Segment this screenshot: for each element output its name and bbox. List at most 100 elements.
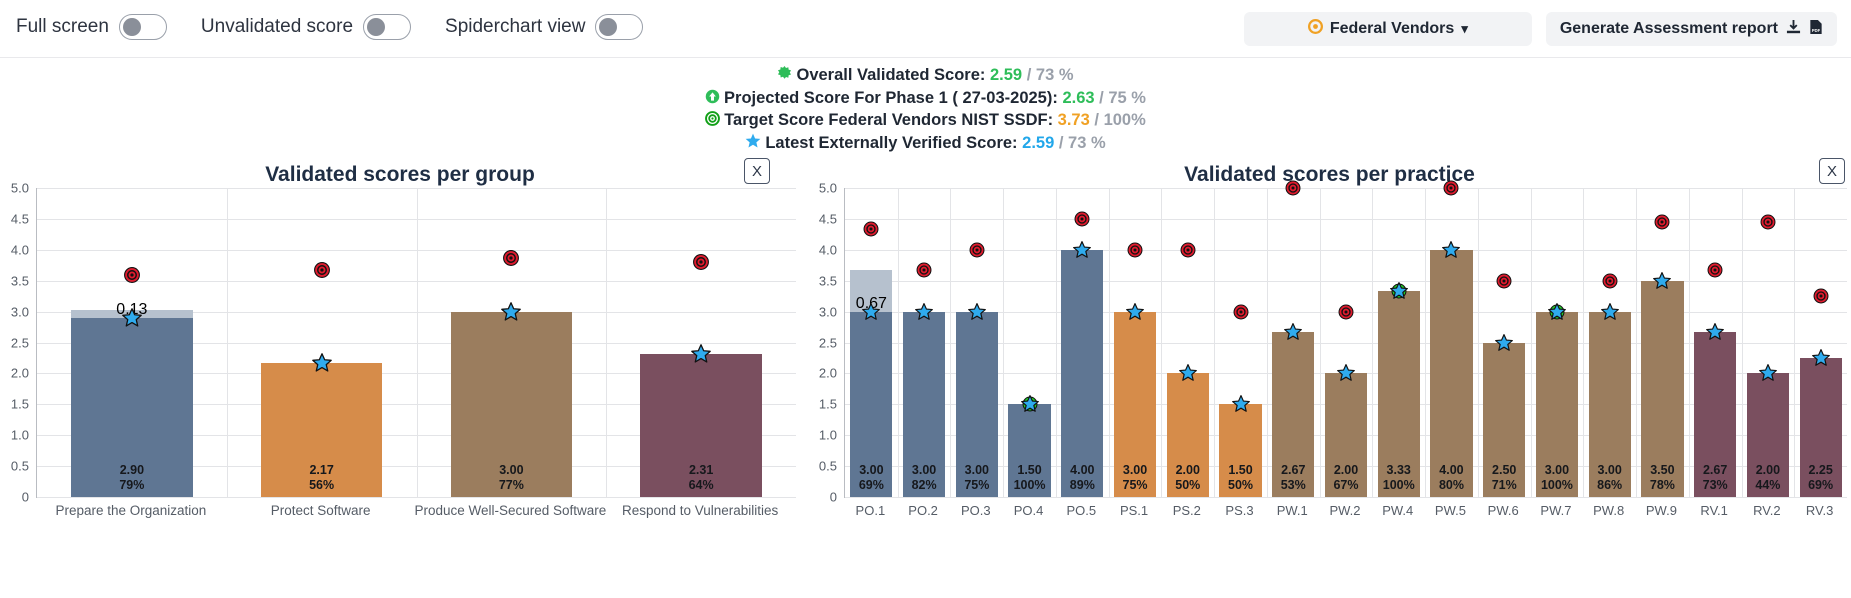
green-burst-icon <box>777 66 792 85</box>
target-score-icon <box>1233 304 1249 320</box>
bar-Prepare the Organization[interactable]: 2.90 79% <box>71 317 193 497</box>
toggle-unvalidated-score[interactable] <box>363 14 412 40</box>
plot-canvas-practice: 3.00 69% 3.00 82% 3.00 75% 1.50 100% 4.00 89% 3.00… <box>844 180 1847 498</box>
y-tick-label: 4.5 <box>818 211 837 227</box>
bar-score-text: 2.31 <box>688 463 714 477</box>
bar-Protect Software[interactable]: 2.17 56% <box>260 362 383 497</box>
bar-percent-text: 75% <box>1122 478 1148 492</box>
y-tick-label: 5.0 <box>818 180 837 196</box>
bar-PO.1[interactable]: 3.00 69% <box>850 311 893 497</box>
y-tick-label: 2.0 <box>10 365 29 381</box>
bar-score-text: 2.25 <box>1808 463 1833 477</box>
x-tick-label: PO.1 <box>855 503 886 518</box>
view-toggles: Full screen Unvalidated score Spiderchart … <box>16 14 644 40</box>
bar-value-label: 3.33 100% <box>1383 463 1415 493</box>
bar-PW.4[interactable]: 3.33 100% <box>1377 291 1420 497</box>
bar-PS.3[interactable]: 1.50 50% <box>1219 404 1262 497</box>
grid-line-vertical <box>1477 188 1479 497</box>
verified-score-star-icon <box>1653 271 1672 290</box>
bar-PW.1[interactable]: 2.67 53% <box>1272 332 1315 497</box>
grid-line-vertical <box>1372 188 1374 497</box>
verified-score-star-icon <box>1284 323 1303 342</box>
x-tick-label: PS.2 <box>1172 503 1201 518</box>
toggle-spiderchart-view[interactable] <box>595 14 644 40</box>
summary-line-1: Projected Score For Phase 1 ( 27-03-2025… <box>0 88 1851 111</box>
bar-value-label: 2.50 71% <box>1492 463 1517 493</box>
bar-RV.1[interactable]: 2.67 73% <box>1694 332 1737 497</box>
summary-percent-2: 100% <box>1103 111 1146 129</box>
x-tick-label: PW.7 <box>1540 503 1572 518</box>
toggle-label-full-screen: Full screen <box>16 16 109 37</box>
verified-score-star-icon <box>1126 302 1145 321</box>
bar-value-label: 2.67 73% <box>1703 463 1728 493</box>
x-tick-label: Respond to Vulnerabilities <box>621 503 779 518</box>
bar-value-label: 3.00 86% <box>1597 463 1622 493</box>
verified-score-star-icon <box>501 301 522 322</box>
bar-score-text: 3.00 <box>964 463 989 477</box>
verified-score-star-icon <box>1073 240 1092 259</box>
toggle-knob-icon <box>367 18 386 36</box>
bar-PO.5[interactable]: 4.00 89% <box>1061 249 1104 497</box>
target-score-icon <box>1654 214 1670 230</box>
bar-PW.7[interactable]: 3.00 100% <box>1535 311 1579 497</box>
bar-percent-text: 50% <box>1175 478 1201 492</box>
bar-PW.9[interactable]: 3.50 78% <box>1641 280 1684 497</box>
summary-value-2: 3.73 <box>1057 111 1090 129</box>
target-score-icon <box>123 266 140 283</box>
bar-score-text: 2.17 <box>309 463 334 477</box>
bar-fill <box>1430 249 1473 497</box>
bar-value-label: 2.17 56% <box>309 463 334 493</box>
close-chart-practice-button[interactable]: X <box>1819 158 1845 184</box>
vendor-select-dropdown[interactable]: Federal Vendors ▾ <box>1243 12 1532 46</box>
x-tick-label: PO.5 <box>1066 503 1097 518</box>
bar-score-text: 2.50 <box>1492 463 1517 477</box>
verified-score-star-icon <box>862 302 881 321</box>
toggle-label-spiderchart-view: Spiderchart view <box>445 16 586 37</box>
x-tick-label: PO.2 <box>908 503 938 518</box>
bar-PO.3[interactable]: 3.00 75% <box>955 311 998 497</box>
x-tick-label: Protect Software <box>270 503 371 518</box>
bar-PO.4[interactable]: 1.50 100% <box>1008 404 1051 497</box>
plot-area-group: 0 0.5 1.0 1.5 2.0 2.5 3.0 3.5 4.0 4.5 5.0 2.90 79% 2… <box>0 181 800 540</box>
summary-line-3: Latest Externally Verified Score: 2.59 /… <box>0 133 1851 156</box>
bar-PW.5[interactable]: 4.00 80% <box>1430 249 1473 497</box>
bar-value-label: 3.00 82% <box>912 463 937 493</box>
target-score-icon <box>1496 273 1512 289</box>
bar-score-text: 3.00 <box>499 463 524 477</box>
verified-score-star-icon <box>1231 395 1250 414</box>
bar-PW.8[interactable]: 3.00 86% <box>1588 311 1631 497</box>
toggle-group-spiderchart-view: Spiderchart view <box>445 14 644 40</box>
bar-RV.3[interactable]: 2.25 69% <box>1799 357 1842 497</box>
generate-assessment-report-button[interactable]: Generate Assessment report PDF <box>1545 12 1837 46</box>
bar-score-text: 3.00 <box>1544 463 1570 477</box>
bar-PS.1[interactable]: 3.00 75% <box>1113 311 1157 497</box>
x-tick-label: PW.5 <box>1434 503 1467 518</box>
bar-RV.2[interactable]: 2.00 44% <box>1746 373 1789 497</box>
chart-panel-group: Validated scores per group X 0 0.5 1.0 1.5 2… <box>0 155 800 540</box>
bar-value-label: 2.31 64% <box>689 463 714 493</box>
toggle-full-screen[interactable] <box>118 14 167 40</box>
bar-Produce Well-Secured Software[interactable]: 3.00 77% <box>450 311 573 497</box>
bar-score-text: 4.00 <box>1439 463 1464 477</box>
bar-percent-text: 78% <box>1649 478 1675 492</box>
verified-score-star-icon <box>1020 395 1039 414</box>
x-tick-label: PS.3 <box>1225 503 1254 518</box>
y-tick-label: 0 <box>21 489 29 505</box>
bar-PW.2[interactable]: 2.00 67% <box>1324 373 1368 497</box>
close-chart-group-button[interactable]: X <box>744 158 770 184</box>
bar-value-label: 3.00 75% <box>1123 463 1148 493</box>
grid-line-vertical <box>1214 188 1216 497</box>
grid-line-vertical <box>1688 188 1690 497</box>
bar-value-label: 3.00 75% <box>964 463 989 493</box>
bar-PW.6[interactable]: 2.50 71% <box>1483 342 1526 497</box>
x-tick-label: PO.4 <box>1013 503 1044 518</box>
verified-score-star-icon <box>1442 240 1461 259</box>
grid-line <box>845 280 1847 282</box>
x-tick-label: PW.6 <box>1487 503 1519 518</box>
bar-PO.2[interactable]: 3.00 82% <box>903 311 946 497</box>
bar-PS.2[interactable]: 2.00 50% <box>1166 373 1209 497</box>
chart-title-practice: Validated scores per practice <box>1184 163 1475 186</box>
bar-percent-text: 73% <box>1702 478 1728 492</box>
bar-percent-text: 77% <box>498 478 524 492</box>
bar-Respond to Vulnerabilities[interactable]: 2.31 64% <box>640 354 762 497</box>
